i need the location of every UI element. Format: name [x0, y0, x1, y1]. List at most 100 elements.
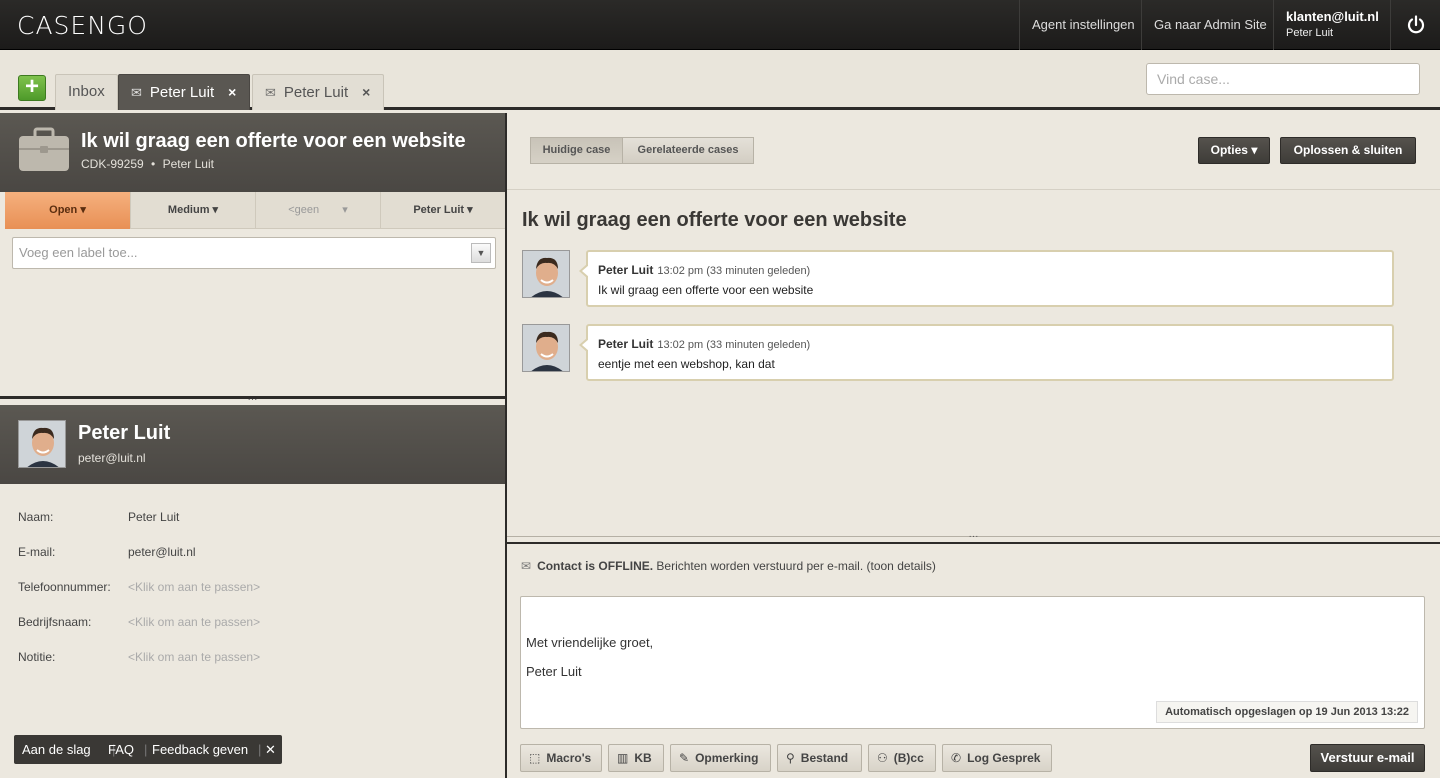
- kb-button[interactable]: ▥ KB: [608, 744, 664, 772]
- bcc-button[interactable]: ⚇ (B)cc: [868, 744, 936, 772]
- priority-value: Medium: [167, 204, 210, 216]
- message-avatar: [522, 250, 570, 298]
- feedback-link[interactable]: Feedback geven: [152, 735, 248, 764]
- field-label: Naam:: [18, 510, 54, 524]
- offline-details[interactable]: Berichten worden verstuurd per e-mail. (…: [653, 559, 935, 573]
- send-email-button[interactable]: Verstuur e-mail: [1310, 744, 1425, 772]
- message-author: Peter Luit: [598, 263, 654, 277]
- tab-label: Peter Luit: [149, 84, 215, 101]
- agent-settings-link[interactable]: Agent instellingen: [1019, 0, 1147, 50]
- label-placeholder: Voeg een label toe...: [19, 245, 138, 260]
- field-label: Telefoonnummer:: [18, 580, 111, 594]
- case-search-input[interactable]: [1146, 63, 1420, 95]
- status-value: Open: [49, 204, 78, 216]
- message-avatar: [522, 324, 570, 372]
- faq-link[interactable]: FAQ: [108, 735, 134, 764]
- paperclip-icon: ⚲: [786, 751, 795, 765]
- envelope-icon: ✉: [521, 559, 532, 573]
- message-author: Peter Luit: [598, 337, 654, 351]
- people-icon: ⚇: [877, 751, 888, 765]
- chevron-down-icon: ▾: [339, 204, 348, 216]
- case-id: CDK-99259: [81, 157, 144, 171]
- tab-row: + Inbox ✉ Peter Luit × ✉ Peter Luit ×: [0, 50, 1440, 110]
- box-icon: ⬚: [529, 751, 541, 765]
- label-input[interactable]: Voeg een label toe... ▼: [12, 237, 496, 269]
- contact-avatar: [18, 420, 66, 468]
- field-label: Bedrijfsnaam:: [18, 615, 92, 629]
- status-dropdown[interactable]: Open ▾: [5, 192, 131, 229]
- autosave-status: Automatisch opgeslagen op 19 Jun 2013 13…: [1156, 701, 1418, 723]
- chevron-down-icon: ▾: [209, 204, 219, 216]
- field-value-company[interactable]: <Klik om aan te passen>: [128, 615, 260, 629]
- admin-site-link[interactable]: Ga naar Admin Site: [1141, 0, 1279, 50]
- group-dropdown[interactable]: <geen ▾: [256, 192, 381, 229]
- attach-file-button[interactable]: ⚲ Bestand: [777, 744, 862, 772]
- button-label: Log Gesprek: [967, 751, 1041, 765]
- message-header: Peter Luit 13:02 pm (33 minuten geleden): [598, 263, 810, 277]
- books-icon: ▥: [617, 751, 629, 765]
- group-value: <geen: [288, 204, 320, 216]
- new-case-button[interactable]: +: [18, 75, 46, 101]
- chevron-down-icon: ▾: [464, 204, 473, 216]
- offline-notice: ✉ Contact is OFFLINE. Berichten worden ve…: [521, 559, 936, 573]
- panel-resize-handle[interactable]: ···: [507, 532, 1440, 544]
- field-label: Notitie:: [18, 650, 56, 664]
- envelope-icon: ✉: [131, 85, 142, 100]
- tab-case[interactable]: ✉ Peter Luit ×: [252, 74, 384, 110]
- user-name: Peter Luit: [1286, 27, 1334, 39]
- field-value-note[interactable]: <Klik om aan te passen>: [128, 650, 260, 664]
- agent-dropdown[interactable]: Peter Luit ▾: [381, 192, 505, 229]
- resolve-close-button[interactable]: Oplossen & sluiten: [1280, 137, 1416, 164]
- field-value-email[interactable]: peter@luit.nl: [128, 545, 196, 559]
- panel-resize-handle[interactable]: ···: [0, 395, 505, 405]
- user-menu[interactable]: klanten@luit.nl Peter Luit: [1273, 0, 1390, 50]
- options-button[interactable]: Opties ▾: [1198, 137, 1270, 164]
- message-time: 13:02 pm (33 minuten geleden): [657, 265, 811, 277]
- power-icon: [1407, 15, 1424, 34]
- note-button[interactable]: ✎ Opmerking: [670, 744, 771, 772]
- field-value-name[interactable]: Peter Luit: [128, 510, 179, 524]
- phone-icon: ✆: [951, 751, 962, 765]
- close-tab-icon[interactable]: ×: [228, 84, 236, 100]
- conversation-title: Ik wil graag een offerte voor een websit…: [522, 209, 907, 231]
- message-bubble: Peter Luit 13:02 pm (33 minuten geleden) …: [579, 250, 1394, 307]
- priority-dropdown[interactable]: Medium ▾: [131, 192, 256, 229]
- message-bubble: Peter Luit 13:02 pm (33 minuten geleden) …: [579, 324, 1394, 381]
- getting-started-link[interactable]: Aan de slag: [22, 735, 91, 764]
- field-label: E-mail:: [18, 545, 56, 559]
- button-label: Bestand: [800, 751, 849, 765]
- tab-related-cases[interactable]: Gerelateerde cases: [622, 137, 754, 164]
- case-title: Ik wil graag een offerte voor een websit…: [81, 130, 466, 152]
- case-customer: Peter Luit: [162, 157, 214, 171]
- case-header: Ik wil graag een offerte voor een websit…: [0, 113, 505, 192]
- case-properties-bar: Open ▾ Medium ▾ <geen ▾ Peter Luit ▾: [5, 192, 505, 229]
- user-email: klanten@luit.nl: [1286, 9, 1379, 24]
- tab-label: Peter Luit: [283, 84, 349, 101]
- log-call-button[interactable]: ✆ Log Gesprek: [942, 744, 1052, 772]
- edit-icon: ✎: [679, 751, 690, 765]
- tab-inbox[interactable]: Inbox: [55, 74, 118, 110]
- reply-editor[interactable]: Met vriendelijke groet, Peter Luit Autom…: [520, 596, 1425, 729]
- message-time: 13:02 pm (33 minuten geleden): [657, 339, 811, 351]
- macros-button[interactable]: ⬚ Macro's: [520, 744, 602, 772]
- case-toolbar: Huidige case Gerelateerde cases Opties ▾…: [507, 113, 1440, 190]
- label-dropdown-button[interactable]: ▼: [471, 243, 491, 263]
- tab-case-active[interactable]: ✉ Peter Luit ×: [118, 74, 250, 110]
- message-body: eentje met een webshop, kan dat: [598, 357, 775, 371]
- agent-value: Peter Luit: [413, 204, 465, 216]
- help-bar: Aan de slag | FAQ | Feedback geven | ✕: [14, 735, 282, 764]
- logout-button[interactable]: [1390, 0, 1440, 50]
- separator: |: [258, 742, 262, 757]
- reply-signature: Peter Luit: [526, 664, 582, 679]
- offline-status: Contact is OFFLINE.: [537, 559, 654, 573]
- conversation-panel: Huidige case Gerelateerde cases Opties ▾…: [507, 113, 1440, 778]
- close-tab-icon[interactable]: ×: [362, 84, 370, 100]
- top-navigation-bar: CASENGO Agent instellingen Ga naar Admin…: [0, 0, 1440, 50]
- briefcase-icon: [19, 127, 69, 171]
- tab-current-case[interactable]: Huidige case: [530, 137, 623, 164]
- contact-email: peter@luit.nl: [78, 451, 146, 465]
- casengo-logo[interactable]: CASENGO: [17, 11, 148, 40]
- case-meta: CDK-99259 • Peter Luit: [81, 157, 214, 171]
- field-value-phone[interactable]: <Klik om aan te passen>: [128, 580, 260, 594]
- close-help-icon[interactable]: ✕: [265, 735, 276, 764]
